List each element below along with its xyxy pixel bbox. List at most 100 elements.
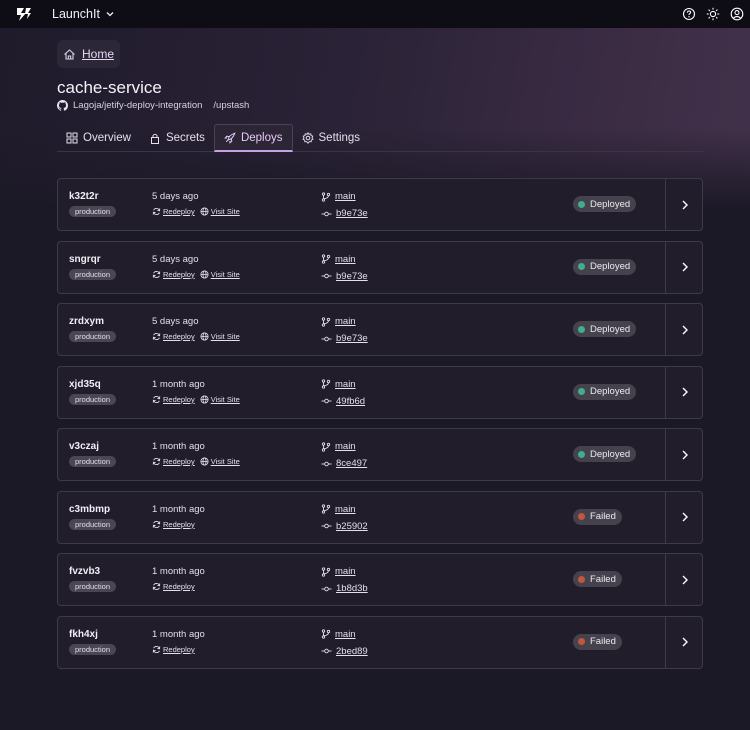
deploy-id: xjd35q: [69, 379, 101, 390]
commit-link[interactable]: 49fb6d: [321, 396, 365, 407]
commit-link[interactable]: b25902: [321, 521, 368, 532]
git-branch-icon: [321, 629, 331, 639]
globe-icon: [200, 270, 209, 279]
chevron-right-icon: [680, 511, 690, 523]
redeploy-link[interactable]: Redeploy: [152, 520, 195, 529]
deploy-actions: Redeploy: [152, 645, 195, 654]
commit-hash: 2bed89: [336, 646, 368, 657]
git-commit-icon: [321, 646, 332, 656]
deploy-id: sngrqr: [69, 254, 101, 265]
commit-link[interactable]: b9e73e: [321, 271, 368, 282]
visit-site-link[interactable]: Visit Site: [200, 332, 240, 341]
git-branch-icon: [321, 442, 331, 452]
tab-label: Settings: [319, 132, 361, 144]
commit-link[interactable]: 1b8d3b: [321, 583, 368, 594]
visit-site-label: Visit Site: [211, 270, 240, 279]
visit-site-label: Visit Site: [211, 457, 240, 466]
open-deploy-button[interactable]: [666, 304, 703, 355]
deploy-actions: Redeploy Visit Site: [152, 207, 240, 216]
app-name: LaunchIt: [52, 7, 100, 21]
status-badge: Failed: [573, 571, 622, 587]
launchit-logo-icon[interactable]: [15, 5, 33, 23]
deploy-row[interactable]: k32t2rproduction5 days agoRedeployVisit …: [57, 178, 703, 231]
deploy-list: k32t2rproduction5 days agoRedeployVisit …: [57, 178, 703, 678]
environment-badge: production: [69, 456, 116, 467]
chevron-right-icon: [680, 199, 690, 211]
redeploy-link[interactable]: Redeploy: [152, 395, 195, 404]
deploy-row[interactable]: xjd35qproduction1 month agoRedeployVisit…: [57, 366, 703, 419]
open-deploy-button[interactable]: [666, 179, 703, 230]
help-icon[interactable]: [682, 7, 696, 21]
redeploy-link[interactable]: Redeploy: [152, 645, 195, 654]
open-deploy-button[interactable]: [666, 367, 703, 418]
commit-link[interactable]: 2bed89: [321, 646, 368, 657]
redeploy-link[interactable]: Redeploy: [152, 582, 195, 591]
commit-hash: b9e73e: [336, 333, 368, 344]
git-branch-icon: [321, 379, 331, 389]
git-commit-icon: [321, 584, 332, 594]
redeploy-label: Redeploy: [163, 270, 195, 279]
commit-link[interactable]: b9e73e: [321, 208, 368, 219]
visit-site-link[interactable]: Visit Site: [200, 457, 240, 466]
branch-link[interactable]: main: [321, 441, 356, 452]
refresh-icon: [152, 207, 161, 216]
branch-link[interactable]: main: [321, 629, 356, 640]
lock-icon: [149, 132, 161, 144]
open-deploy-button[interactable]: [666, 492, 703, 543]
deploy-row[interactable]: fvzvb3production1 month agoRedeploymain1…: [57, 553, 703, 606]
environment-badge: production: [69, 519, 116, 530]
commit-link[interactable]: 8ce497: [321, 458, 367, 469]
redeploy-link[interactable]: Redeploy: [152, 207, 195, 216]
tab-secrets[interactable]: Secrets: [140, 124, 214, 152]
visit-site-link[interactable]: Visit Site: [200, 207, 240, 216]
visit-site-link[interactable]: Visit Site: [200, 395, 240, 404]
project-tabs: Overview Secrets Deploys Settings: [57, 124, 703, 152]
branch-link[interactable]: main: [321, 254, 356, 265]
redeploy-link[interactable]: Redeploy: [152, 270, 195, 279]
chevron-right-icon: [680, 386, 690, 398]
deploy-row[interactable]: c3mbmpproduction1 month agoRedeploymainb…: [57, 491, 703, 544]
visit-site-link[interactable]: Visit Site: [200, 270, 240, 279]
open-deploy-button[interactable]: [666, 617, 703, 668]
commit-hash: b25902: [336, 521, 368, 532]
branch-link[interactable]: main: [321, 504, 356, 515]
branch-name: main: [335, 504, 356, 515]
visit-site-label: Visit Site: [211, 207, 240, 216]
branch-link[interactable]: main: [321, 191, 356, 202]
deploy-row[interactable]: zrdxymproduction5 days agoRedeployVisit …: [57, 303, 703, 356]
deploy-row[interactable]: v3czajproduction1 month agoRedeployVisit…: [57, 428, 703, 481]
theme-toggle-icon[interactable]: [706, 7, 720, 21]
status-badge: Deployed: [573, 384, 636, 400]
redeploy-link[interactable]: Redeploy: [152, 457, 195, 466]
tab-deploys[interactable]: Deploys: [214, 124, 293, 152]
branch-name: main: [335, 191, 356, 202]
refresh-icon: [152, 332, 161, 341]
open-deploy-button[interactable]: [666, 554, 703, 605]
branch-name: main: [335, 441, 356, 452]
home-icon: [63, 48, 76, 61]
commit-hash: b9e73e: [336, 208, 368, 219]
app-switcher[interactable]: LaunchIt: [52, 0, 115, 28]
open-deploy-button[interactable]: [666, 429, 703, 480]
deploy-row[interactable]: sngrqrproduction5 days agoRedeployVisit …: [57, 241, 703, 294]
breadcrumb-home[interactable]: Home: [57, 40, 120, 68]
visit-site-label: Visit Site: [211, 395, 240, 404]
environment-badge: production: [69, 206, 116, 217]
status-dot: [578, 201, 585, 208]
tab-settings[interactable]: Settings: [293, 124, 370, 152]
deploy-id: fkh4xj: [69, 629, 98, 640]
commit-link[interactable]: b9e73e: [321, 333, 368, 344]
tab-overview[interactable]: Overview: [57, 124, 140, 152]
redeploy-link[interactable]: Redeploy: [152, 332, 195, 341]
git-branch-icon: [321, 504, 331, 514]
branch-link[interactable]: main: [321, 379, 356, 390]
deploy-age: 1 month ago: [152, 441, 205, 452]
commit-hash: 49fb6d: [336, 396, 365, 407]
account-icon[interactable]: [730, 7, 744, 21]
deploy-row[interactable]: fkh4xjproduction1 month agoRedeploymain2…: [57, 616, 703, 669]
deploy-actions: Redeploy Visit Site: [152, 332, 240, 341]
branch-link[interactable]: main: [321, 566, 356, 577]
open-deploy-button[interactable]: [666, 242, 703, 293]
branch-link[interactable]: main: [321, 316, 356, 327]
globe-icon: [200, 457, 209, 466]
